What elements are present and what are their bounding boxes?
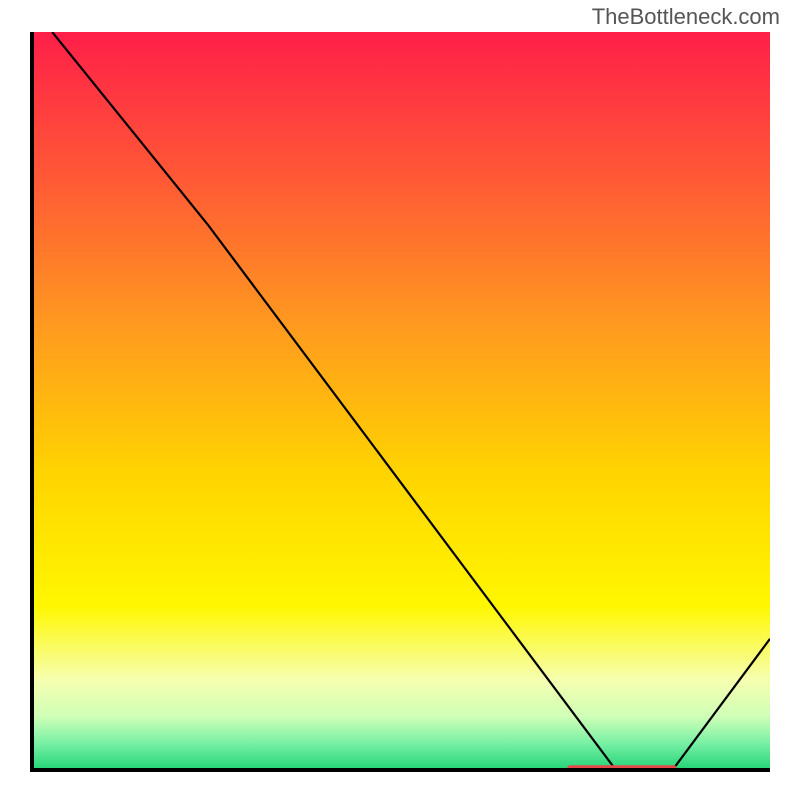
attribution-watermark: TheBottleneck.com [592,4,780,30]
plot-axes [30,32,770,772]
